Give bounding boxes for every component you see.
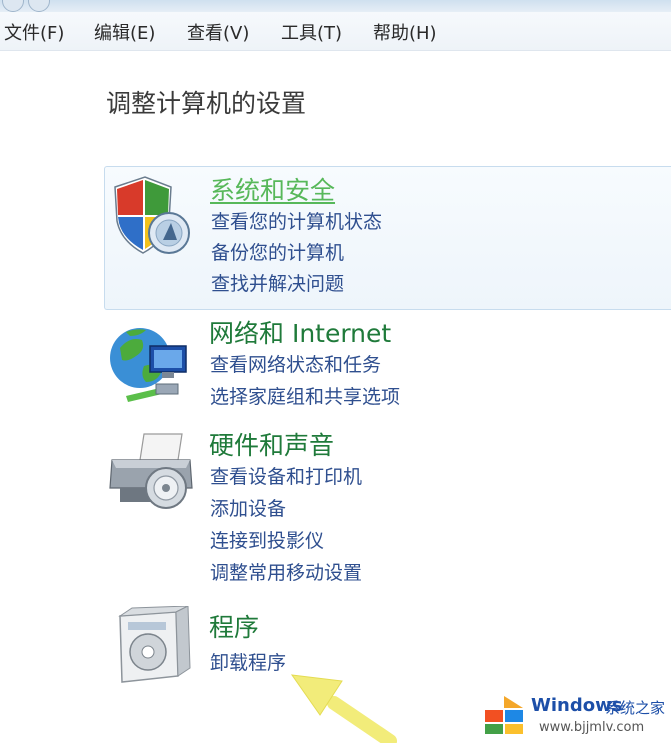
- category-hardware-sound[interactable]: 硬件和声音 查看设备和打印机 添加设备 连接到投影仪 调整常用移动设置: [104, 424, 671, 594]
- link-add-device[interactable]: 添加设备: [210, 494, 286, 521]
- menu-help[interactable]: 帮助(H): [373, 19, 437, 45]
- category-title-programs[interactable]: 程序: [209, 608, 259, 644]
- page-title: 调整计算机的设置: [106, 89, 307, 118]
- watermark: Windows 系统之家 www.bjjmlv.com: [481, 690, 671, 740]
- link-view-computer-status[interactable]: 查看您的计算机状态: [211, 207, 382, 234]
- category-system-security[interactable]: 系统和安全 查看您的计算机状态 备份您的计算机 查找并解决问题: [104, 166, 671, 310]
- menu-edit[interactable]: 编辑(E): [94, 19, 155, 45]
- windows-logo-icon: [483, 694, 525, 736]
- yellow-arrow-icon: [290, 665, 400, 743]
- link-mobility-settings[interactable]: 调整常用移动设置: [210, 558, 362, 585]
- link-backup-computer[interactable]: 备份您的计算机: [211, 238, 344, 265]
- category-title-network-internet[interactable]: 网络和 Internet: [209, 314, 391, 350]
- shield-icon: [107, 173, 197, 263]
- category-title-system-security[interactable]: 系统和安全: [210, 171, 335, 207]
- menu-tools[interactable]: 工具(T): [281, 19, 342, 45]
- menu-file[interactable]: 文件(F): [4, 19, 64, 45]
- category-title-hardware-sound[interactable]: 硬件和声音: [209, 426, 334, 462]
- link-find-fix-problems[interactable]: 查找并解决问题: [211, 269, 344, 296]
- category-network-internet[interactable]: 网络和 Internet 查看网络状态和任务 选择家庭组和共享选项: [104, 312, 671, 430]
- forward-button[interactable]: [28, 0, 50, 12]
- link-homegroup-sharing[interactable]: 选择家庭组和共享选项: [210, 382, 400, 409]
- menu-view[interactable]: 查看(V): [187, 19, 249, 45]
- link-uninstall-program[interactable]: 卸载程序: [210, 648, 286, 675]
- link-connect-projector[interactable]: 连接到投影仪: [210, 526, 324, 553]
- programs-box-icon: [106, 605, 196, 696]
- back-button[interactable]: [2, 0, 24, 12]
- network-globe-icon: [106, 318, 196, 408]
- link-devices-printers[interactable]: 查看设备和打印机: [210, 462, 362, 489]
- window-title-strip: [0, 0, 671, 12]
- link-view-network-status[interactable]: 查看网络状态和任务: [210, 350, 381, 377]
- watermark-url: www.bjjmlv.com: [539, 720, 645, 735]
- watermark-brand-cn: 系统之家: [605, 699, 666, 717]
- control-panel-window: 文件(F) 编辑(E) 查看(V) 工具(T) 帮助(H) 调整计算机的设置 系…: [0, 0, 671, 743]
- printer-icon: [106, 430, 196, 520]
- menu-bar: 文件(F) 编辑(E) 查看(V) 工具(T) 帮助(H): [0, 12, 671, 51]
